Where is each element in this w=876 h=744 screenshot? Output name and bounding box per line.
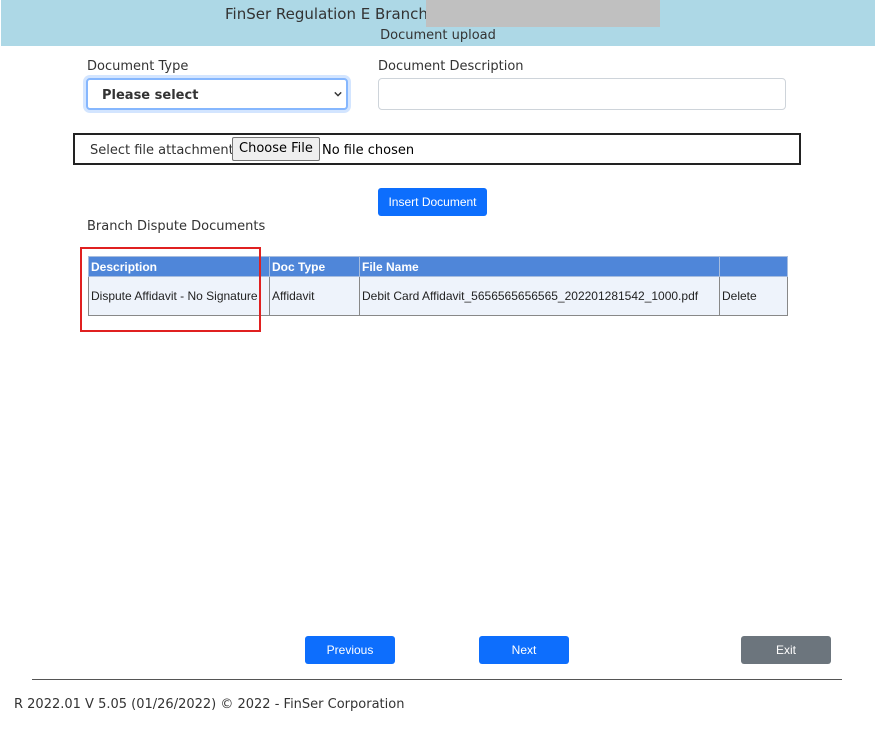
document-description-label: Document Description [378,59,524,74]
cell-doc-type: Affidavit [269,276,360,316]
footer-text: R 2022.01 V 5.05 (01/26/2022) © 2022 - F… [14,697,405,712]
app-title: FinSer Regulation E Branch - [225,5,439,23]
chevron-down-icon [334,91,342,97]
page-subtitle: Document upload [380,28,496,43]
highlight-box [80,247,261,332]
footer-divider [32,679,842,680]
insert-document-button[interactable]: Insert Document [378,188,487,216]
choose-file-button[interactable]: Choose File [232,137,320,161]
column-header-action [719,256,788,277]
redacted-branch-name [426,0,660,27]
documents-section-title: Branch Dispute Documents [87,219,266,234]
file-attachment-label: Select file attachment [90,143,234,158]
page-header: FinSer Regulation E Branch - Document up… [1,0,875,46]
column-header-doc-type: Doc Type [269,256,360,277]
document-type-select[interactable]: Please select [86,78,348,110]
file-status-text: No file chosen [322,143,415,158]
document-description-input[interactable] [378,78,786,110]
previous-button[interactable]: Previous [305,636,395,664]
next-button[interactable]: Next [479,636,569,664]
column-header-file-name: File Name [359,256,720,277]
document-type-label: Document Type [87,59,189,74]
delete-link[interactable]: Delete [719,276,788,316]
cell-file-name: Debit Card Affidavit_5656565656565_20220… [359,276,720,316]
file-attachment-box: Select file attachment Choose File No fi… [73,133,801,165]
document-type-value: Please select [102,88,199,103]
exit-button[interactable]: Exit [741,636,831,664]
